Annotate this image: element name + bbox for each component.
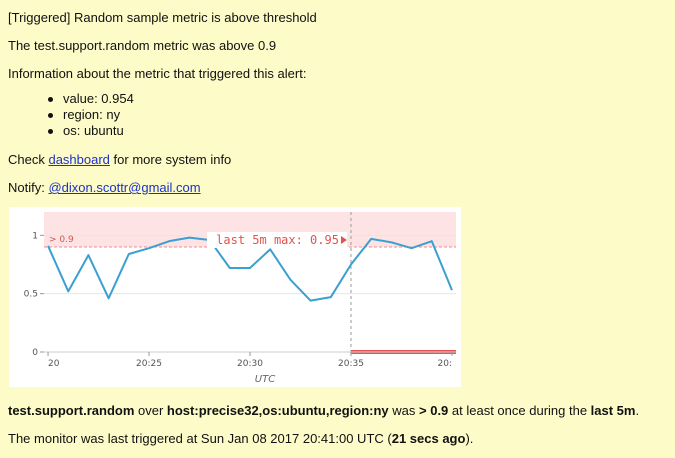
max-annotation-label: last 5m max: 0.95 [216, 233, 339, 247]
metric-value-item: value: 0.954 [48, 91, 134, 107]
x-tick-label: 20 [48, 359, 60, 369]
status-was: was [388, 403, 420, 418]
alert-email: [Triggered] Random sample metric is abov… [0, 0, 675, 458]
notify-email-link[interactable]: @dixon.scottr@gmail.com [48, 180, 200, 195]
last-triggered-ago: 21 secs ago [391, 431, 466, 446]
threshold-label: > 0.9 [49, 235, 74, 245]
check-suffix: for more system info [109, 152, 232, 167]
dashboard-link[interactable]: dashboard [48, 152, 109, 167]
metric-region-item: region: ny [48, 107, 134, 123]
y-tick-label: 0.5 [24, 290, 38, 300]
notify-line: Notify: @dixon.scottr@gmail.com [8, 180, 201, 195]
x-tick-label: 20:35 [338, 359, 364, 369]
x-axis-label: UTC [255, 374, 275, 385]
x-tick-label: 20:30 [237, 359, 263, 369]
check-dashboard-line: Check dashboard for more system info [8, 152, 231, 167]
monitor-status-line: test.support.random over host:precise32,… [8, 403, 639, 418]
y-tick-label: 0 [32, 348, 38, 358]
x-tick-label: 20: [437, 359, 451, 369]
status-window: last 5m [590, 403, 636, 418]
metric-chart-svg: 0 0.5 1 > 0.9 20 20:25 20:30 20:35 20: UTC last 5m… [24, 212, 456, 385]
status-end: . [635, 403, 640, 418]
status-over: over [134, 403, 167, 418]
notify-prefix: Notify: [8, 180, 49, 195]
status-metric: test.support.random [8, 403, 135, 418]
last-triggered-suffix: ). [465, 431, 474, 446]
metric-info-heading: Information about the metric that trigge… [8, 66, 307, 81]
alert-summary: The test.support.random metric was above… [8, 38, 277, 53]
check-prefix: Check [8, 152, 49, 167]
status-condition: > 0.9 [419, 403, 449, 418]
metric-info-list: value: 0.954 region: ny os: ubuntu [48, 91, 134, 139]
email-subject: [Triggered] Random sample metric is abov… [8, 10, 317, 25]
status-host: host:precise32,os:ubuntu,region:ny [166, 403, 389, 418]
metric-chart: 0 0.5 1 > 0.9 20 20:25 20:30 20:35 20: UTC last 5m… [9, 207, 461, 387]
x-tick-label: 20:25 [136, 359, 162, 369]
last-triggered-line: The monitor was last triggered at Sun Ja… [8, 431, 473, 446]
metric-os-item: os: ubuntu [48, 123, 134, 139]
last-triggered-prefix: The monitor was last triggered at Sun Ja… [8, 431, 392, 446]
status-mid: at least once during the [448, 403, 591, 418]
y-tick-label: 1 [32, 231, 38, 241]
